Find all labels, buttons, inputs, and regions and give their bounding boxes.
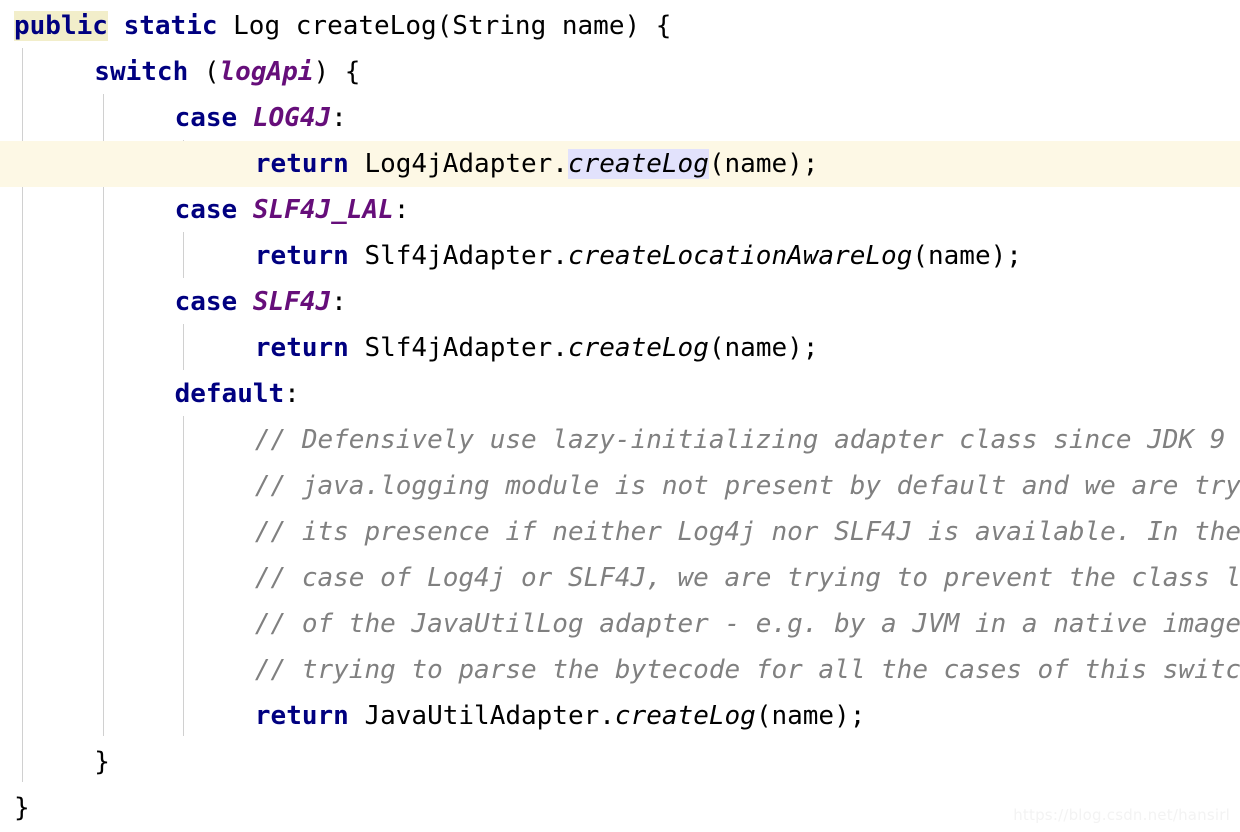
token-field: logApi xyxy=(219,57,314,87)
code-line-text: return Log4jAdapter.createLog(name); xyxy=(254,141,819,187)
code-line-text: // java.logging module is not present by… xyxy=(255,463,1240,509)
code-line[interactable]: // Defensively use lazy-initializing ada… xyxy=(0,417,1240,463)
token-kw: return xyxy=(254,241,349,271)
token-enumc: LOG4J xyxy=(252,103,332,133)
code-line-text: return Slf4jAdapter.createLocationAwareL… xyxy=(255,233,1022,279)
code-line-text: // trying to parse the bytecode for all … xyxy=(255,647,1240,693)
code-line[interactable]: return Log4jAdapter.createLog(name); xyxy=(0,141,1240,187)
token-plain: Log4jAdapter. xyxy=(348,149,568,179)
token-kw: return xyxy=(254,149,349,179)
code-line[interactable]: case SLF4J: xyxy=(0,279,1240,325)
code-line-text: switch (logApi) { xyxy=(94,49,360,95)
token-kw: switch xyxy=(94,57,189,87)
code-line-text: case SLF4J: xyxy=(175,279,347,325)
code-line-text: return Slf4jAdapter.createLog(name); xyxy=(255,325,819,371)
token-plain: Slf4jAdapter. xyxy=(348,241,568,271)
token-cmt: // of the JavaUtilLog adapter - e.g. by … xyxy=(254,609,1240,639)
code-line[interactable]: public static Log createLog(String name)… xyxy=(0,3,1240,49)
token-plain: ( xyxy=(188,57,220,87)
code-line-text: // case of Log4j or SLF4J, we are trying… xyxy=(255,555,1240,601)
token-cmt: // its presence if neither Log4j nor SLF… xyxy=(254,517,1240,547)
token-enumc: SLF4J_LAL xyxy=(252,195,394,225)
token-kw: static xyxy=(123,11,218,41)
code-line-text: case LOG4J: xyxy=(175,95,347,141)
token-plain: } xyxy=(14,793,30,823)
code-line[interactable]: } xyxy=(0,739,1240,785)
code-line-text: // its presence if neither Log4j nor SLF… xyxy=(255,509,1240,555)
token-plain: ) { xyxy=(313,57,361,87)
token-cmt: // java.logging module is not present by… xyxy=(254,471,1240,501)
token-plain: : xyxy=(331,287,347,317)
code-line-text: public static Log createLog(String name)… xyxy=(14,3,671,49)
code-line[interactable]: case SLF4J_LAL: xyxy=(0,187,1240,233)
code-line[interactable]: // of the JavaUtilLog adapter - e.g. by … xyxy=(0,601,1240,647)
token-plain: Log createLog(String name) { xyxy=(217,11,672,41)
code-line-text: } xyxy=(14,785,30,831)
token-plain: JavaUtilAdapter. xyxy=(348,701,615,731)
code-line[interactable]: case LOG4J: xyxy=(0,95,1240,141)
code-line-text: return JavaUtilAdapter.createLog(name); xyxy=(255,693,866,739)
token-kw: return xyxy=(254,701,349,731)
code-line-text: case SLF4J_LAL: xyxy=(175,187,410,233)
token-kw: case xyxy=(174,287,238,317)
code-line[interactable]: // case of Log4j or SLF4J, we are trying… xyxy=(0,555,1240,601)
code-line[interactable]: return Slf4jAdapter.createLog(name); xyxy=(0,325,1240,371)
token-plain: : xyxy=(284,379,300,409)
token-enumc: SLF4J xyxy=(252,287,332,317)
token-plain: (name); xyxy=(755,701,866,731)
token-kw: public xyxy=(14,11,108,41)
token-cmt: // case of Log4j or SLF4J, we are trying… xyxy=(254,563,1240,593)
code-line-text: // of the JavaUtilLog adapter - e.g. by … xyxy=(255,601,1240,647)
token-kw: case xyxy=(174,103,238,133)
code-line[interactable]: // java.logging module is not present by… xyxy=(0,463,1240,509)
token-plain: (name); xyxy=(708,333,819,363)
code-line-text: // Defensively use lazy-initializing ada… xyxy=(255,417,1226,463)
token-plain: (name); xyxy=(708,149,819,179)
token-cmt: // Defensively use lazy-initializing ada… xyxy=(254,425,1226,455)
code-line[interactable]: return Slf4jAdapter.createLocationAwareL… xyxy=(0,233,1240,279)
code-line[interactable]: // its presence if neither Log4j nor SLF… xyxy=(0,509,1240,555)
code-editor[interactable]: public static Log createLog(String name)… xyxy=(0,0,1240,832)
token-meth: createLog xyxy=(567,149,709,179)
token-kw: default xyxy=(174,379,285,409)
token-cmt: // trying to parse the bytecode for all … xyxy=(254,655,1240,685)
code-line-text: } xyxy=(94,739,110,785)
token-meth: createLocationAwareLog xyxy=(567,241,913,271)
code-line[interactable]: default: xyxy=(0,371,1240,417)
code-line[interactable]: return JavaUtilAdapter.createLog(name); xyxy=(0,693,1240,739)
token-kw: case xyxy=(174,195,238,225)
token-meth: createLog xyxy=(567,333,709,363)
blog-watermark: https://blog.csdn.net/hansirl xyxy=(1013,806,1230,824)
token-plain: : xyxy=(331,103,347,133)
code-line[interactable]: // trying to parse the bytecode for all … xyxy=(0,647,1240,693)
token-plain: : xyxy=(393,195,410,225)
token-meth: createLog xyxy=(614,701,756,731)
code-line[interactable]: switch (logApi) { xyxy=(0,49,1240,95)
token-plain: (name); xyxy=(912,241,1022,271)
token-plain: } xyxy=(94,747,110,777)
token-kw: return xyxy=(254,333,349,363)
token-plain: Slf4jAdapter. xyxy=(348,333,568,363)
code-line-text: default: xyxy=(175,371,300,417)
